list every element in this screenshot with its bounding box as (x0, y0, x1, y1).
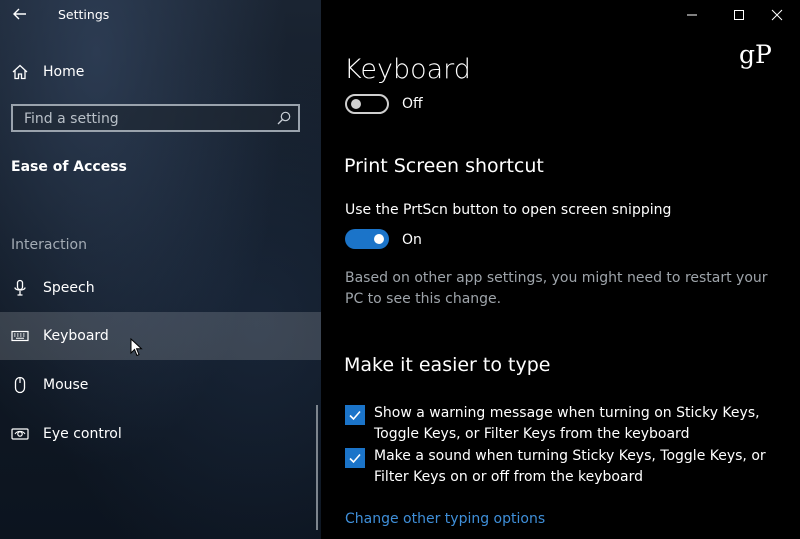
back-arrow-icon (13, 8, 26, 20)
print-screen-toggle-state: On (402, 232, 422, 248)
sidebar-item-home[interactable]: Home (0, 48, 321, 96)
typing-heading: Make it easier to type (344, 354, 551, 376)
checkmark-icon (349, 410, 361, 421)
checkbox-label: Show a warning message when turning on S… (374, 405, 760, 442)
sidebar-item-label: Eye control (43, 426, 122, 442)
microphone-icon (10, 278, 30, 298)
scrollbar[interactable] (316, 405, 318, 530)
home-icon (10, 62, 30, 82)
sidebar-item-label: Speech (43, 280, 95, 296)
search-placeholder: Find a setting (24, 111, 119, 127)
site-logo: gP (739, 40, 772, 69)
change-typing-options-link[interactable]: Change other typing options (345, 511, 545, 527)
sidebar-item-label: Keyboard (43, 328, 109, 344)
mouse-icon (10, 375, 30, 395)
keyboard-toggle-state: Off (402, 96, 423, 112)
checkbox[interactable] (345, 448, 365, 468)
keyboard-toggle[interactable] (345, 94, 389, 114)
minimize-icon (687, 14, 697, 16)
sidebar-item-label: Mouse (43, 377, 89, 393)
restart-note: Based on other app settings, you might n… (345, 270, 768, 307)
search-icon (277, 111, 291, 125)
maximize-icon (734, 10, 744, 20)
search-input[interactable]: Find a setting (11, 104, 300, 132)
group-label: Interaction (11, 237, 87, 253)
sidebar-item-keyboard[interactable]: Keyboard (0, 312, 321, 360)
sidebar-item-speech[interactable]: Speech (0, 264, 321, 312)
print-screen-description: Use the PrtScn button to open screen sni… (345, 202, 672, 218)
checkmark-icon (349, 453, 361, 464)
checkbox[interactable] (345, 405, 365, 425)
sidebar-item-eye-control[interactable]: Eye control (0, 410, 321, 458)
section-heading: Ease of Access (11, 159, 127, 175)
sidebar: Settings Home Find a setting Ease of Acc… (0, 0, 321, 539)
close-button[interactable] (754, 0, 800, 30)
checkbox-label: Make a sound when turning Sticky Keys, T… (374, 448, 766, 485)
minimize-button[interactable] (669, 0, 715, 30)
sidebar-item-label: Home (43, 64, 85, 80)
page-title: Keyboard (344, 54, 471, 85)
back-button[interactable] (8, 2, 32, 26)
toggle-knob (374, 234, 384, 244)
window-title: Settings (58, 7, 110, 22)
mouse-pointer-icon (130, 338, 143, 357)
sidebar-item-mouse[interactable]: Mouse (0, 361, 321, 409)
close-icon (771, 9, 783, 21)
keyboard-icon (10, 326, 30, 346)
eye-control-icon (10, 424, 30, 444)
print-screen-heading: Print Screen shortcut (344, 155, 544, 177)
toggle-knob (351, 99, 361, 109)
print-screen-toggle[interactable] (345, 229, 389, 249)
